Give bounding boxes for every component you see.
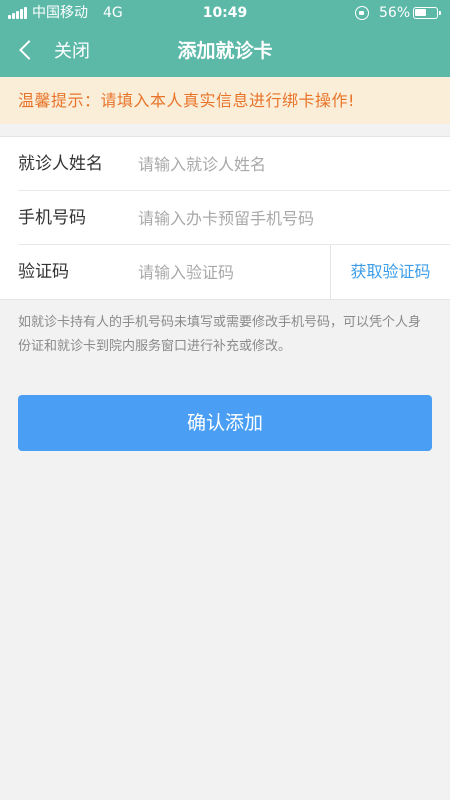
rotation-lock-icon (355, 6, 369, 20)
phone-row: 手机号码 (0, 191, 450, 245)
code-label: 验证码 (18, 262, 69, 282)
card-form: 就诊人姓名 手机号码 验证码 获取验证码 (0, 136, 450, 300)
notice-banner: 温馨提示：请填入本人真实信息进行绑卡操作! (0, 77, 450, 124)
close-button[interactable]: 关闭 (14, 26, 124, 77)
confirm-add-button[interactable]: 确认添加 (18, 395, 432, 451)
phone-label: 手机号码 (18, 208, 86, 228)
header: 中国移动 4G 10:49 56% 关闭 添加就诊卡 (0, 0, 450, 77)
name-row: 就诊人姓名 (0, 137, 450, 191)
help-text: 如就诊卡持有人的手机号码未填写或需要修改手机号码，可以凭个人身份证和就诊卡到院内… (18, 315, 422, 354)
code-row: 验证码 获取验证码 (0, 245, 450, 299)
battery-percent: 56% (379, 5, 411, 21)
name-input[interactable] (138, 149, 428, 179)
back-arrow-icon (19, 40, 39, 60)
get-code-button[interactable]: 获取验证码 (331, 245, 450, 299)
nav-bar: 关闭 添加就诊卡 (0, 26, 450, 77)
close-label: 关闭 (54, 41, 90, 62)
phone-input[interactable] (138, 203, 428, 233)
code-input[interactable] (138, 257, 318, 287)
name-label: 就诊人姓名 (18, 154, 103, 174)
status-bar: 中国移动 4G 10:49 56% (0, 0, 450, 26)
battery-icon (413, 7, 441, 19)
